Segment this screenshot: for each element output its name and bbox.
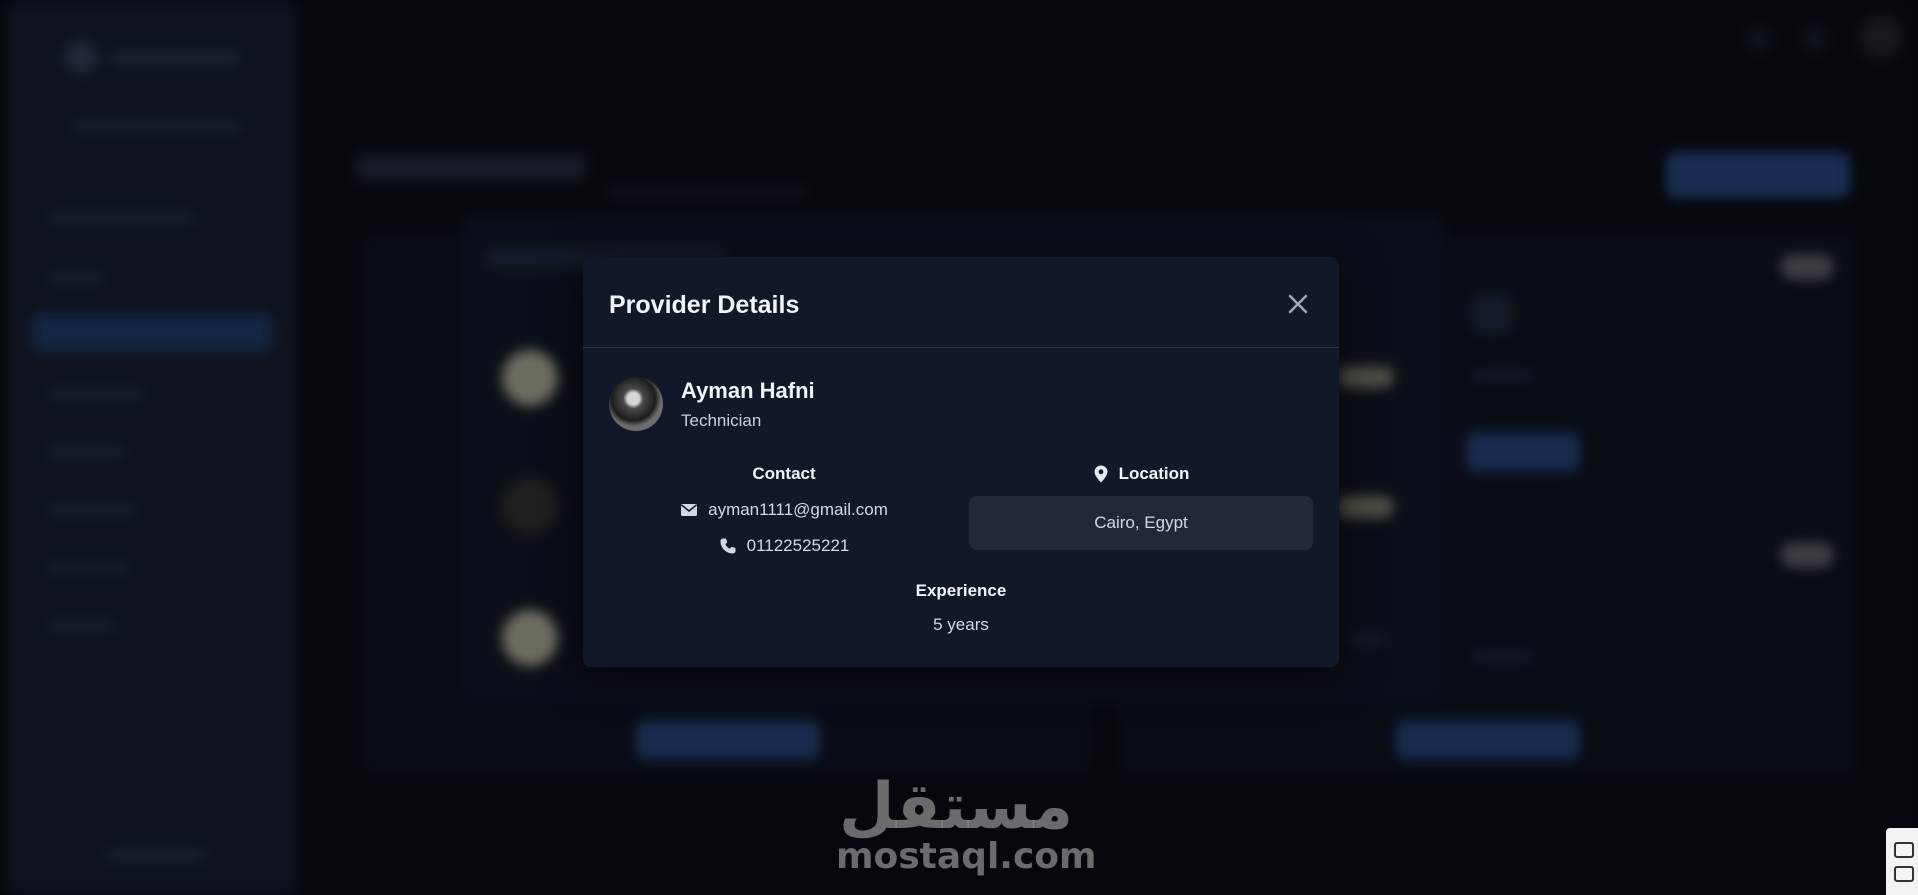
location-heading: Location	[1118, 464, 1190, 483]
location-section: Location Cairo, Egypt	[969, 462, 1313, 550]
location-value-box: Cairo, Egypt	[969, 496, 1313, 550]
email-row: ayman1111@gmail.com	[609, 498, 959, 522]
modal-header: Provider Details	[583, 257, 1339, 348]
provider-avatar	[609, 377, 663, 431]
location-heading-row: Location	[969, 462, 1313, 486]
provider-name: Ayman Hafni	[681, 378, 815, 403]
contact-section: Contact ayman1111@gmail.com 01122525221	[609, 462, 959, 558]
experience-value: 5 years	[933, 615, 989, 634]
watermark-arabic: مستقل	[838, 770, 1074, 844]
close-button[interactable]	[1283, 289, 1313, 319]
phone-icon	[720, 538, 736, 554]
experience-section: Experience 5 years	[583, 579, 1339, 635]
phone-row: 01122525221	[609, 534, 959, 558]
location-value: Cairo, Egypt	[1094, 513, 1188, 532]
envelope-icon	[681, 504, 698, 516]
experience-heading: Experience	[915, 581, 1007, 600]
screenshot-tool[interactable]	[1886, 828, 1918, 895]
contact-heading: Contact	[752, 464, 816, 483]
close-icon	[1288, 294, 1308, 314]
watermark-latin: mostaql.com	[836, 836, 1097, 877]
phone-value[interactable]: 01122525221	[747, 536, 850, 556]
modal-title: Provider Details	[609, 291, 800, 319]
provider-role: Technician	[681, 411, 762, 430]
provider-details-modal: Provider Details Ayman Hafni Technician …	[583, 257, 1339, 667]
map-pin-icon	[1094, 465, 1108, 483]
link-icon[interactable]	[1894, 842, 1914, 858]
camera-icon[interactable]	[1894, 866, 1914, 882]
email-value[interactable]: ayman1111@gmail.com	[708, 500, 888, 520]
